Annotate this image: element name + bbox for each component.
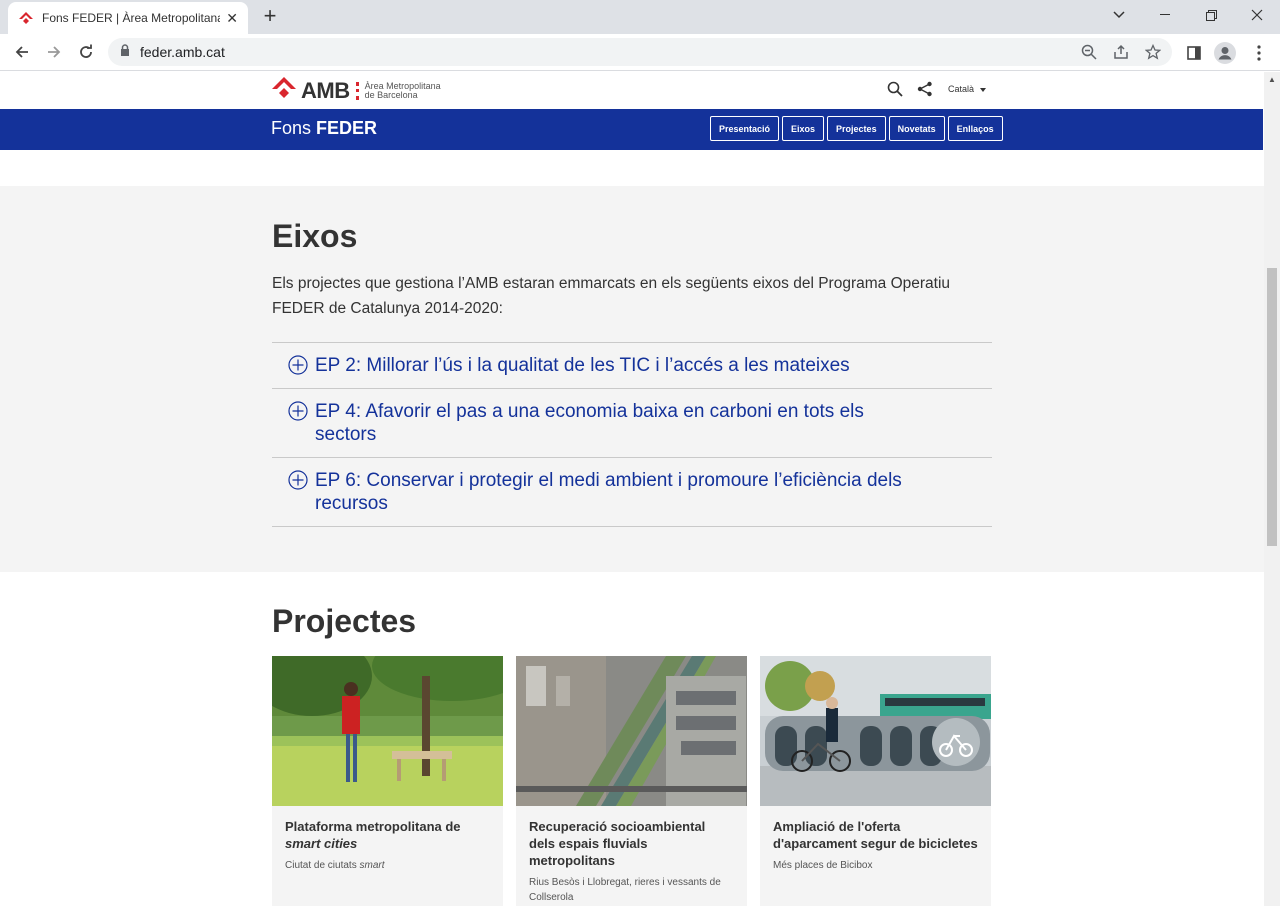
menu-presentacio[interactable]: Presentació	[710, 116, 780, 141]
profile-avatar-icon[interactable]	[1214, 42, 1236, 64]
lock-icon	[120, 43, 130, 61]
project-image-river	[516, 656, 747, 806]
bookmark-star-icon[interactable]	[1144, 43, 1163, 62]
menu-projectes[interactable]: Projectes	[827, 116, 886, 141]
project-subtitle: Ciutat de ciutats smart	[272, 852, 503, 873]
zoom-icon[interactable]	[1081, 44, 1099, 62]
tab-search-icon[interactable]	[1096, 0, 1142, 30]
project-title-text: Plataforma metropolitana de	[285, 819, 461, 834]
menu-novetats[interactable]: Novetats	[888, 116, 945, 141]
forward-icon[interactable]	[42, 40, 66, 64]
browser-tab[interactable]: Fons FEDER | Àrea Metropolitana ✕	[8, 2, 248, 34]
menu-enllacos[interactable]: Enllaços	[947, 116, 1003, 141]
project-card[interactable]: Ampliació de l'oferta d'aparcament segur…	[760, 656, 991, 906]
scrollbar-thumb[interactable]	[1267, 268, 1277, 546]
accordion-item-label: EP 4: Afavorir el pas a una economia bai…	[315, 401, 864, 445]
page-viewport: AMB Àrea Metropolitana de Barcelona Cata…	[0, 72, 1264, 906]
logo-text: AMB	[301, 77, 350, 103]
main-navbar: Fons FEDER Presentació Eixos Projectes N…	[0, 109, 1263, 150]
browser-menu-icon[interactable]	[1248, 42, 1270, 64]
amb-favicon-icon	[18, 10, 34, 26]
close-window-icon[interactable]	[1234, 0, 1280, 30]
project-subtitle-text: Rius Besòs i Llobregat, rieres i vessant…	[529, 877, 721, 903]
page-scrollbar[interactable]: ▲	[1264, 72, 1280, 906]
site-share-icon[interactable]	[917, 81, 933, 97]
menu-eixos[interactable]: Eixos	[782, 116, 825, 141]
logo-subtitle-line2: de Barcelona	[364, 89, 418, 100]
accordion-item-label: EP 6: Conservar i protegir el medi ambie…	[315, 470, 902, 514]
accordion-item-label: EP 2: Millorar l’ús i la qualitat de les…	[315, 355, 850, 376]
eixos-intro: Els projectes que gestiona l’AMB estaran…	[272, 275, 951, 317]
project-title-emphasis: smart cities	[285, 836, 358, 851]
tab-close-icon[interactable]: ✕	[226, 10, 238, 27]
eixos-accordion: EP 2: Millorar l’ús i la qualitat de les…	[272, 342, 992, 527]
accordion-item[interactable]: EP 2: Millorar l’ús i la qualitat de les…	[272, 343, 992, 389]
expand-plus-icon	[288, 355, 308, 375]
logo-subtitle: Àrea Metropolitana de Barcelona	[364, 81, 441, 100]
browser-tabbar: Fons FEDER | Àrea Metropolitana ✕ +	[0, 0, 1280, 34]
project-subtitle: Més places de Bicibox	[760, 852, 991, 873]
scroll-up-icon[interactable]: ▲	[1268, 76, 1276, 84]
site-brand[interactable]: Fons FEDER	[271, 118, 377, 139]
new-tab-icon[interactable]: +	[258, 5, 282, 29]
amb-logo-icon	[271, 76, 297, 105]
projectes-title: Projectes	[272, 603, 417, 639]
back-icon[interactable]	[10, 40, 34, 64]
site-header: AMB Àrea Metropolitana de Barcelona Cata…	[0, 72, 1264, 109]
logo-separator	[355, 81, 359, 100]
site-search-icon[interactable]	[887, 81, 903, 97]
project-title-text: Ampliació de l'oferta d'aparcament segur…	[773, 819, 978, 851]
project-title: Ampliació de l'oferta d'aparcament segur…	[760, 806, 991, 852]
url-text: feder.amb.cat	[140, 44, 225, 60]
language-selector[interactable]: Català	[948, 84, 986, 94]
restore-icon[interactable]	[1188, 0, 1234, 30]
project-cards: Plataforma metropolitana de smart cities…	[272, 656, 991, 906]
project-subtitle-text: Ciutat de ciutats	[285, 860, 360, 871]
tab-title: Fons FEDER | Àrea Metropolitana	[42, 11, 221, 25]
minimize-icon[interactable]	[1142, 0, 1188, 30]
project-card[interactable]: Plataforma metropolitana de smart cities…	[272, 656, 503, 906]
brand-bold: FEDER	[316, 118, 378, 138]
main-menu: Presentació Eixos Projectes Novetats Enl…	[710, 116, 1003, 141]
accordion-item[interactable]: EP 6: Conservar i protegir el medi ambie…	[272, 458, 992, 527]
project-card[interactable]: Recuperació socioambiental dels espais f…	[516, 656, 747, 906]
project-image-bicibox	[760, 656, 991, 806]
browser-toolbar: feder.amb.cat	[0, 34, 1280, 71]
project-title-text: Recuperació socioambiental dels espais f…	[529, 819, 706, 868]
project-title: Plataforma metropolitana de smart cities	[272, 806, 503, 852]
side-panel-icon[interactable]	[1183, 42, 1205, 64]
address-bar[interactable]: feder.amb.cat	[108, 38, 1172, 66]
project-subtitle-emphasis: smart	[359, 860, 385, 871]
project-title: Recuperació socioambiental dels espais f…	[516, 806, 747, 869]
share-page-icon[interactable]	[1113, 44, 1131, 62]
project-image-park	[272, 656, 503, 806]
expand-plus-icon	[288, 470, 308, 490]
project-subtitle-text: Més places de Bicibox	[773, 860, 873, 871]
amb-logo[interactable]: AMB Àrea Metropolitana de Barcelona	[271, 76, 441, 105]
language-label: Català	[948, 84, 975, 94]
caret-down-icon	[979, 84, 986, 94]
brand-prefix: Fons	[271, 118, 317, 138]
project-subtitle: Rius Besòs i Llobregat, rieres i vessant…	[516, 869, 747, 905]
reload-icon[interactable]	[74, 40, 98, 64]
eixos-title: Eixos	[272, 218, 358, 254]
expand-plus-icon	[288, 401, 308, 421]
accordion-item[interactable]: EP 4: Afavorir el pas a una economia bai…	[272, 389, 992, 458]
